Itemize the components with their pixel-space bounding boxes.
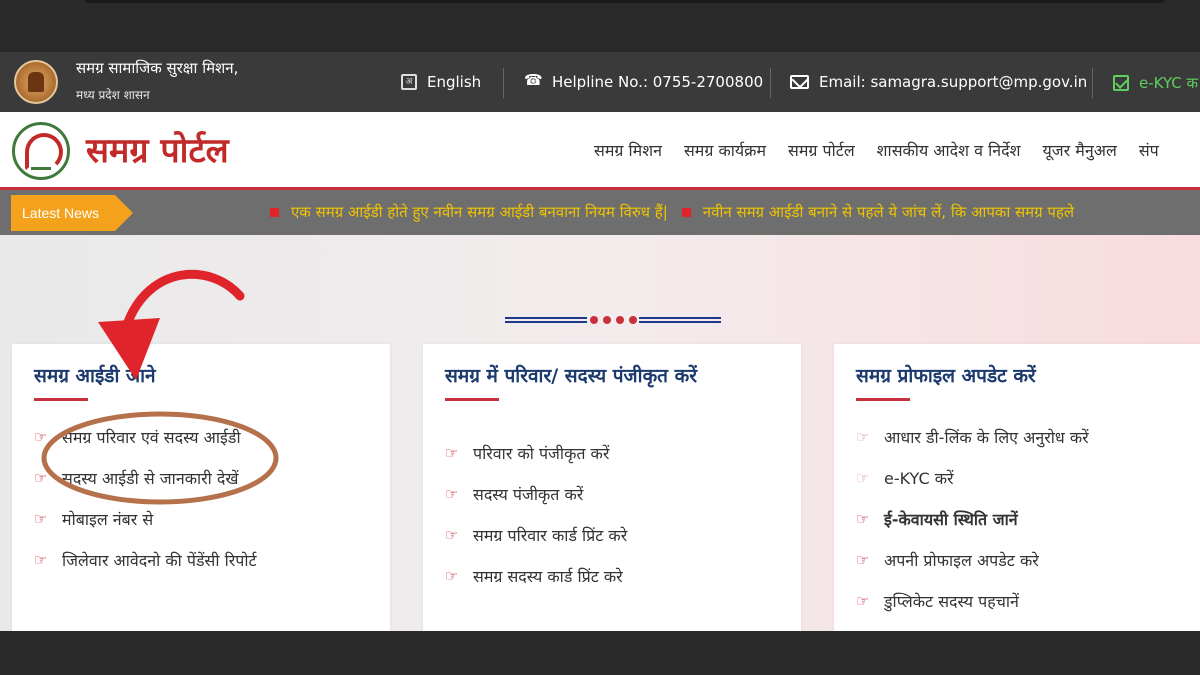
ticker-item[interactable]: नवीन समग्र आईडी बनाने से पहले ये जांच ले… <box>681 202 1075 222</box>
pointing-hand-icon: ☞ <box>34 509 48 528</box>
pointing-hand-icon: ☞ <box>445 443 459 462</box>
nav-item-govt-orders[interactable]: शासकीय आदेश व निर्देश <box>877 139 1021 161</box>
card-title: समग्र में परिवार/ सदस्य पंजीकृत करें <box>445 365 697 387</box>
nav-item-user-manual[interactable]: यूजर मैनुअल <box>1043 139 1117 161</box>
list-item-label: सदस्य आईडी से जानकारी देखें <box>62 468 239 488</box>
pointing-hand-icon: ☞ <box>856 550 870 569</box>
nav-item-samagra-program[interactable]: समग्र कार्यक्रम <box>684 139 766 161</box>
ticker-item-text: एक समग्र आईडी होते हुए नवीन समग्र आईडी ब… <box>291 203 668 221</box>
news-ticker: Latest News एक समग्र आईडी होते हुए नवीन … <box>0 190 1200 235</box>
pointing-hand-icon: ☞ <box>856 509 870 528</box>
card-title-rule <box>856 398 910 401</box>
bullet-square-icon <box>681 208 691 217</box>
list-item[interactable]: ☞ मोबाइल नंबर से <box>34 498 257 539</box>
check-square-icon <box>1113 75 1129 91</box>
card-title-rule <box>445 398 499 401</box>
nav-item-samagra-mission[interactable]: समग्र मिशन <box>594 139 662 161</box>
list-item[interactable]: ☞ समग्र परिवार कार्ड प्रिंट करे <box>445 514 627 555</box>
divider-line <box>505 317 587 323</box>
section-divider-ornament <box>505 316 721 326</box>
portal-title[interactable]: समग्र पोर्टल <box>86 126 229 172</box>
pointing-hand-icon: ☞ <box>445 566 459 585</box>
helpline-text: Helpline No.: 0755-2700800 <box>552 73 764 91</box>
samagra-logo-icon[interactable] <box>12 122 70 180</box>
pointing-hand-icon: ☞ <box>445 484 459 503</box>
list-item[interactable]: ☞ सदस्य आईडी से जानकारी देखें <box>34 457 257 498</box>
card-title-rule <box>34 398 88 401</box>
translate-icon: अ <box>401 74 417 90</box>
gov-info-bar: समग्र सामाजिक सुरक्षा मिशन, मध्य प्रदेश … <box>0 52 1200 112</box>
list-item[interactable]: ☞ सदस्य पंजीकृत करें <box>445 473 627 514</box>
pointing-hand-icon: ☞ <box>445 525 459 544</box>
email-text: Email: samagra.support@mp.gov.in <box>819 73 1088 91</box>
card-know-samagra-id: समग्र आईडी जाने ☞ समग्र परिवार एवं सदस्य … <box>12 344 390 631</box>
list-item[interactable]: ☞ आधार डी-लिंक के लिए अनुरोध करें <box>856 416 1089 457</box>
ekyc-text: e-KYC क <box>1139 74 1199 92</box>
language-switch[interactable]: अ English <box>401 73 481 91</box>
list-item-label: आधार डी-लिंक के लिए अनुरोध करें <box>884 427 1089 447</box>
list-item-label: समग्र परिवार एवं सदस्य आईडी <box>62 427 241 447</box>
info-separator <box>1092 68 1093 98</box>
ticker-item[interactable]: एक समग्र आईडी होते हुए नवीन समग्र आईडी ब… <box>270 202 668 222</box>
list-item-label: e-KYC करें <box>884 468 954 488</box>
list-item-label: जिलेवार आवेदनो की पेंडेंसी रिपोर्ट <box>62 550 257 570</box>
list-item-label: मोबाइल नंबर से <box>62 509 154 529</box>
ticker-content: एक समग्र आईडी होते हुए नवीन समग्र आईडी ब… <box>270 202 1074 222</box>
org-subtitle: मध्य प्रदेश शासन <box>76 88 150 102</box>
email-link[interactable]: Email: samagra.support@mp.gov.in <box>790 73 1087 91</box>
envelope-icon <box>790 75 809 89</box>
browser-frame-bottom <box>0 631 1200 675</box>
pointing-hand-icon: ☞ <box>34 427 48 446</box>
list-item[interactable]: ☞ अपनी प्रोफाइल अपडेट करे <box>856 539 1089 580</box>
nav-menu: समग्र मिशन समग्र कार्यक्रम समग्र पोर्टल … <box>594 139 1159 161</box>
card-profile-update: समग्र प्रोफाइल अपडेट करें ☞ आधार डी-लिंक … <box>834 344 1200 631</box>
nav-item-contact[interactable]: संप <box>1139 139 1159 161</box>
bullet-square-icon <box>270 208 279 217</box>
card-link-list: ☞ आधार डी-लिंक के लिए अनुरोध करें ☞ e-KYC … <box>856 416 1089 621</box>
list-item-label: परिवार को पंजीकृत करें <box>473 443 610 463</box>
list-item-label: सदस्य पंजीकृत करें <box>473 484 584 504</box>
divider-line <box>639 317 721 323</box>
org-name: समग्र सामाजिक सुरक्षा मिशन, <box>76 59 239 77</box>
list-item-label: ई-केवायसी स्थिति जानें <box>884 509 1018 529</box>
card-link-list: ☞ समग्र परिवार एवं सदस्य आईडी ☞ सदस्य आईडी… <box>34 416 257 580</box>
phone-icon <box>524 71 543 90</box>
list-item[interactable]: ☞ समग्र परिवार एवं सदस्य आईडी <box>34 416 257 457</box>
main-content: समग्र आईडी जाने ☞ समग्र परिवार एवं सदस्य … <box>0 235 1200 631</box>
latest-news-tag: Latest News <box>11 195 133 231</box>
pointing-hand-icon: ☞ <box>856 591 870 610</box>
list-item[interactable]: ☞ डुप्लिकेट सदस्य पहचानें <box>856 580 1089 621</box>
card-link-list: ☞ परिवार को पंजीकृत करें ☞ सदस्य पंजीकृत क… <box>445 432 627 596</box>
browser-tab-bar <box>85 0 1165 3</box>
pointing-hand-icon: ☞ <box>856 468 870 487</box>
card-title: समग्र आईडी जाने <box>34 365 156 387</box>
ticker-item-text: नवीन समग्र आईडी बनाने से पहले ये जांच ले… <box>702 203 1075 221</box>
list-item-label: समग्र सदस्य कार्ड प्रिंट करे <box>473 566 623 586</box>
card-register-family: समग्र में परिवार/ सदस्य पंजीकृत करें ☞ पर… <box>423 344 801 631</box>
list-item-label: अपनी प्रोफाइल अपडेट करे <box>884 550 1039 570</box>
helpline-link[interactable]: Helpline No.: 0755-2700800 <box>524 71 764 91</box>
browser-frame-top <box>0 0 1200 52</box>
language-label: English <box>427 73 482 91</box>
list-item-label: डुप्लिकेट सदस्य पहचानें <box>884 591 1019 611</box>
list-item[interactable]: ☞ जिलेवार आवेदनो की पेंडेंसी रिपोर्ट <box>34 539 257 580</box>
info-separator <box>503 68 504 98</box>
list-item[interactable]: ☞ परिवार को पंजीकृत करें <box>445 432 627 473</box>
divider-dots <box>587 316 639 324</box>
list-item[interactable]: ☞ ई-केवायसी स्थिति जानें <box>856 498 1089 539</box>
list-item-label: समग्र परिवार कार्ड प्रिंट करे <box>473 525 628 545</box>
pointing-hand-icon: ☞ <box>34 550 48 569</box>
info-separator <box>770 68 771 98</box>
pointing-hand-icon: ☞ <box>34 468 48 487</box>
mp-emblem-icon <box>14 60 58 104</box>
nav-item-samagra-portal[interactable]: समग्र पोर्टल <box>788 139 855 161</box>
card-title: समग्र प्रोफाइल अपडेट करें <box>856 365 1036 387</box>
pointing-hand-icon: ☞ <box>856 427 870 446</box>
ekyc-link[interactable]: e-KYC क <box>1113 73 1198 93</box>
main-navbar: समग्र पोर्टल समग्र मिशन समग्र कार्यक्रम … <box>0 112 1200 190</box>
list-item[interactable]: ☞ e-KYC करें <box>856 457 1089 498</box>
list-item[interactable]: ☞ समग्र सदस्य कार्ड प्रिंट करे <box>445 555 627 596</box>
